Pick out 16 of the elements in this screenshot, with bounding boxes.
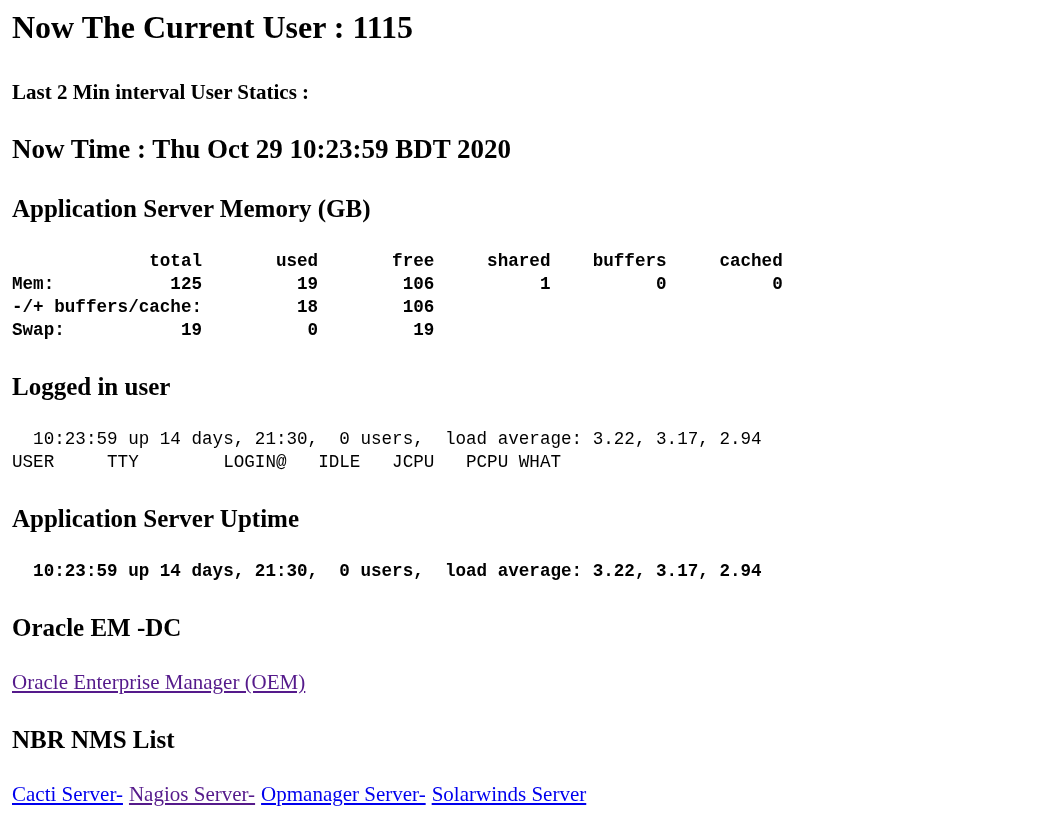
section-heading: Application Server Uptime [12,504,299,534]
link[interactable]: Cacti Server- [12,781,123,807]
subheading: Last 2 Min interval User Statics : [12,80,310,104]
section-heading: Application Server Memory (GB) [12,194,371,224]
section-heading: NBR NMS List [12,725,175,755]
link[interactable]: Opmanager Server- [261,781,426,807]
current-time: Now Time : Thu Oct 29 10:23:59 BDT 2020 [12,134,512,164]
section-heading: Logged in user [12,372,171,402]
section-heading: Oracle EM -DC [12,613,182,643]
command-output: 10:23:59 up 14 days, 21:30, 0 users, load average: 3.22, 3.17, 2.94 [32,560,762,583]
command-output: 10:23:59 up 14 days, 21:30, 0 users, load average: 3.22, 3.17, 2.94 USER TTY LOGIN@ IDLE JCPU PCPU WHAT [12,428,762,474]
page-title: Now The Current User : 1115 [12,8,413,46]
link[interactable]: Oracle Enterprise Manager (OEM) [12,669,306,695]
command-output: total used free shared buffers cached Mem: 125 19 106 1 0 0 -/+ buffers/cache: 18 106 Swap: 19 0 19 [12,250,783,342]
link[interactable]: Nagios Server- [128,781,256,807]
link[interactable]: Solarwinds Server [431,781,587,807]
